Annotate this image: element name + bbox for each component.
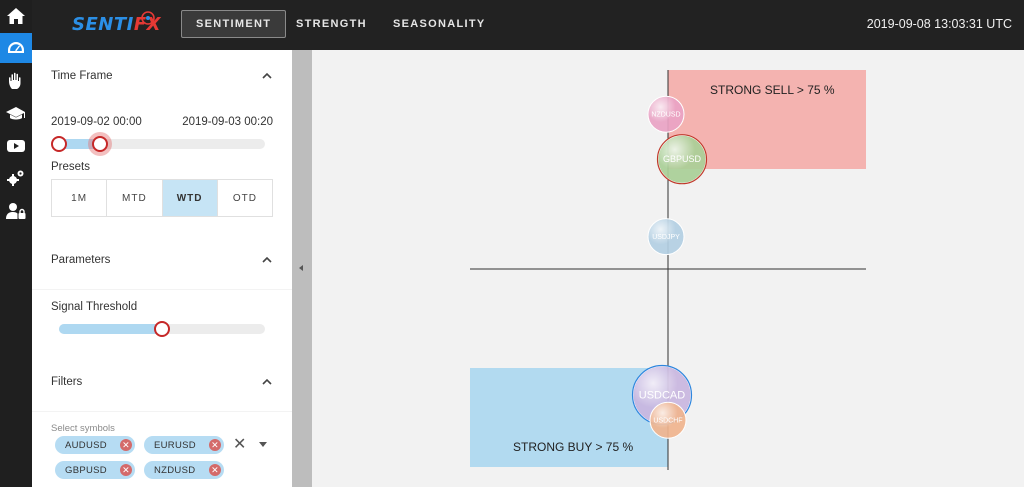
select-symbols-label: Select symbols: [51, 423, 115, 434]
youtube-icon[interactable]: [0, 131, 32, 161]
signal-threshold-handle[interactable]: [154, 321, 170, 337]
sidebar-collapse-handle[interactable]: [292, 50, 312, 487]
chevron-up-icon[interactable]: [261, 376, 273, 388]
tab-seasonality[interactable]: SEASONALITY: [379, 10, 500, 38]
bubble-usdjpy-label: USDJPY: [652, 234, 680, 241]
tab-sentiment-label: SENTIMENT: [196, 18, 272, 30]
strong-sell-label: STRONG SELL > 75 %: [710, 83, 835, 97]
time-range-end-handle[interactable]: [92, 136, 109, 152]
range-end-label: 2019-09-03 00:20: [182, 116, 273, 128]
preset-1m[interactable]: 1M: [52, 180, 108, 216]
preset-otd[interactable]: OTD: [218, 180, 272, 216]
chevron-left-icon: [299, 265, 303, 271]
dashboard-icon[interactable]: [0, 33, 32, 63]
tab-strength[interactable]: STRENGTH: [282, 10, 381, 38]
user-lock-icon[interactable]: [0, 196, 32, 226]
icon-rail: [0, 0, 32, 487]
signal-threshold-fill: [59, 324, 162, 334]
bubble-usdchf-label: USDCHF: [653, 418, 682, 425]
remove-chip-icon[interactable]: ✕: [120, 464, 132, 476]
graduation-cap-icon[interactable]: [0, 99, 32, 129]
preset-mtd[interactable]: MTD: [107, 180, 163, 216]
remove-chip-icon[interactable]: ✕: [209, 464, 221, 476]
top-bar: SENTIFX SENTIMENT STRENGTH SEASONALITY 2…: [32, 0, 1024, 50]
bubble-gbpusd-label: GBPUSD: [663, 154, 702, 164]
logo-target-icon: [141, 11, 155, 25]
settings-icon[interactable]: [0, 163, 32, 193]
time-range-start-handle[interactable]: [51, 136, 67, 152]
symbol-chip-label: GBPUSD: [65, 464, 107, 476]
sidebar: Time Frame 2019-09-02 00:00 2019-09-03 0…: [32, 50, 292, 487]
symbol-chip-label: EURUSD: [154, 439, 196, 451]
strong-buy-label: STRONG BUY > 75 %: [513, 440, 633, 454]
tab-sentiment[interactable]: SENTIMENT: [181, 10, 287, 38]
timestamp: 2019-09-08 13:03:31 UTC: [866, 17, 1012, 31]
sentiment-chart: STRONG SELL > 75 % STRONG BUY > 75 % NZDUS…: [312, 50, 1024, 487]
tab-strength-label: STRENGTH: [296, 18, 367, 30]
symbol-chip: NZDUSD ✕: [144, 461, 224, 479]
remove-chip-icon[interactable]: ✕: [209, 439, 221, 451]
logo-text: SENTI: [72, 14, 134, 35]
hand-icon[interactable]: [0, 66, 32, 96]
sentifx-logo[interactable]: SENTIFX: [72, 11, 160, 40]
signal-threshold-label: Signal Threshold: [51, 301, 138, 313]
dropdown-caret-icon[interactable]: [259, 442, 267, 447]
section-time-frame-title: Time Frame: [51, 70, 113, 82]
section-time-frame-header[interactable]: Time Frame: [32, 50, 292, 102]
presets-label: Presets: [51, 161, 90, 173]
home-icon[interactable]: [0, 1, 32, 31]
section-parameters-title: Parameters: [51, 254, 111, 266]
section-filters-header[interactable]: Filters: [32, 356, 292, 408]
chevron-up-icon[interactable]: [261, 254, 273, 266]
clear-selection-icon[interactable]: ✕: [233, 434, 246, 454]
symbol-chip: EURUSD ✕: [144, 436, 224, 454]
symbol-chip-label: NZDUSD: [154, 464, 196, 476]
section-filters-title: Filters: [51, 376, 83, 388]
section-divider: [32, 289, 292, 290]
preset-wtd[interactable]: WTD: [162, 180, 218, 216]
tab-seasonality-label: SEASONALITY: [393, 18, 486, 30]
range-start-label: 2019-09-02 00:00: [51, 116, 142, 128]
symbol-chip: GBPUSD ✕: [55, 461, 135, 479]
symbol-chip-label: AUDUSD: [65, 439, 107, 451]
remove-chip-icon[interactable]: ✕: [120, 439, 132, 451]
bubble-nzdusd-label: NZDUSD: [651, 112, 680, 119]
bubble-usdcad-label: USDCAD: [639, 390, 686, 402]
symbol-chip: AUDUSD ✕: [55, 436, 135, 454]
chevron-up-icon[interactable]: [261, 70, 273, 82]
section-divider: [32, 411, 292, 412]
sentiment-chart-svg: STRONG SELL > 75 % STRONG BUY > 75 % NZDUS…: [470, 70, 866, 470]
preset-toggle-group: 1M MTD WTD OTD: [51, 179, 273, 217]
section-parameters-header[interactable]: Parameters: [32, 234, 292, 286]
